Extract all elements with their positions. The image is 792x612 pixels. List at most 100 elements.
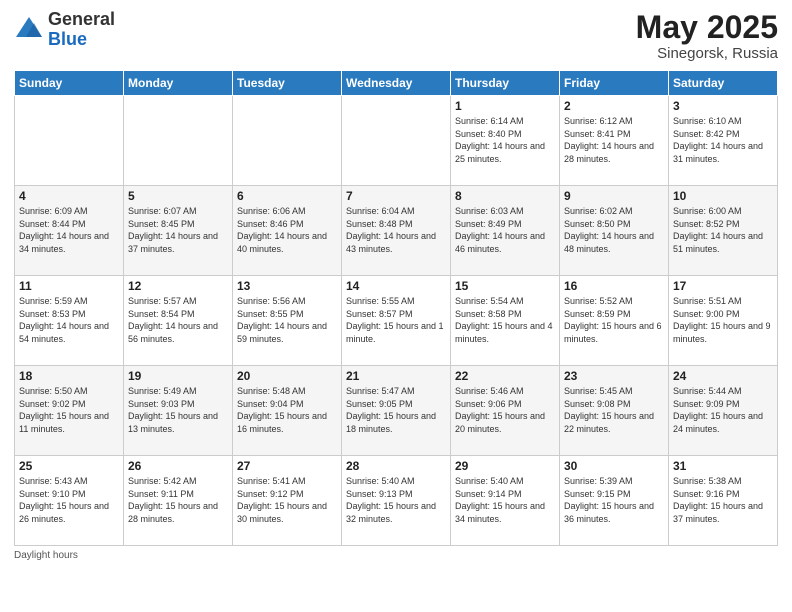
day-number: 23 xyxy=(564,369,664,383)
calendar-cell: 26 Sunrise: 5:42 AMSunset: 9:11 PMDayligh… xyxy=(124,456,233,546)
day-info: Sunrise: 6:02 AMSunset: 8:50 PMDaylight:… xyxy=(564,205,664,255)
day-number: 3 xyxy=(673,99,773,113)
calendar-cell: 3 Sunrise: 6:10 AMSunset: 8:42 PMDaylight… xyxy=(669,96,778,186)
day-info: Sunrise: 5:46 AMSunset: 9:06 PMDaylight:… xyxy=(455,385,555,435)
page: General Blue May 2025 Sinegorsk, Russia … xyxy=(0,0,792,612)
day-info: Sunrise: 5:54 AMSunset: 8:58 PMDaylight:… xyxy=(455,295,555,345)
day-info: Sunrise: 5:55 AMSunset: 8:57 PMDaylight:… xyxy=(346,295,446,345)
day-info: Sunrise: 5:59 AMSunset: 8:53 PMDaylight:… xyxy=(19,295,119,345)
day-number: 17 xyxy=(673,279,773,293)
day-info: Sunrise: 5:42 AMSunset: 9:11 PMDaylight:… xyxy=(128,475,228,525)
calendar-cell: 20 Sunrise: 5:48 AMSunset: 9:04 PMDayligh… xyxy=(233,366,342,456)
day-number: 18 xyxy=(19,369,119,383)
day-info: Sunrise: 5:47 AMSunset: 9:05 PMDaylight:… xyxy=(346,385,446,435)
calendar-week-5: 25Sunrise: 5:43 AMSunset: 9:10 PMDayligh… xyxy=(15,456,778,546)
calendar-cell: 19Sunrise: 5:49 AMSunset: 9:03 PMDayligh… xyxy=(124,366,233,456)
weekday-header-row: Sunday Monday Tuesday Wednesday Thursday… xyxy=(15,71,778,96)
calendar-cell: 16 Sunrise: 5:52 AMSunset: 8:59 PMDayligh… xyxy=(560,276,669,366)
header-tuesday: Tuesday xyxy=(233,71,342,96)
day-number: 29 xyxy=(455,459,555,473)
calendar-cell: 23 Sunrise: 5:45 AMSunset: 9:08 PMDayligh… xyxy=(560,366,669,456)
calendar-cell: 18Sunrise: 5:50 AMSunset: 9:02 PMDayligh… xyxy=(15,366,124,456)
calendar-cell: 7 Sunrise: 6:04 AMSunset: 8:48 PMDaylight… xyxy=(342,186,451,276)
day-number: 8 xyxy=(455,189,555,203)
calendar-cell: 30 Sunrise: 5:39 AMSunset: 9:15 PMDayligh… xyxy=(560,456,669,546)
day-info: Sunrise: 5:45 AMSunset: 9:08 PMDaylight:… xyxy=(564,385,664,435)
calendar-cell: 12 Sunrise: 5:57 AMSunset: 8:54 PMDayligh… xyxy=(124,276,233,366)
day-number: 7 xyxy=(346,189,446,203)
location: Sinegorsk, Russia xyxy=(636,45,778,62)
calendar-cell: 11 Sunrise: 5:59 AMSunset: 8:53 PMDayligh… xyxy=(15,276,124,366)
calendar-cell: 29 Sunrise: 5:40 AMSunset: 9:14 PMDayligh… xyxy=(451,456,560,546)
day-number: 20 xyxy=(237,369,337,383)
day-number: 15 xyxy=(455,279,555,293)
day-number: 13 xyxy=(237,279,337,293)
day-number: 12 xyxy=(128,279,228,293)
calendar-cell: 21 Sunrise: 5:47 AMSunset: 9:05 PMDayligh… xyxy=(342,366,451,456)
day-info: Sunrise: 5:38 AMSunset: 9:16 PMDaylight:… xyxy=(673,475,773,525)
day-info: Sunrise: 5:44 AMSunset: 9:09 PMDaylight:… xyxy=(673,385,773,435)
day-info: Sunrise: 6:07 AMSunset: 8:45 PMDaylight:… xyxy=(128,205,228,255)
day-number: 31 xyxy=(673,459,773,473)
header-sunday: Sunday xyxy=(15,71,124,96)
calendar-cell xyxy=(342,96,451,186)
day-number: 5 xyxy=(128,189,228,203)
daylight-hours-label: Daylight hours xyxy=(14,550,78,561)
calendar-week-2: 4 Sunrise: 6:09 AMSunset: 8:44 PMDaylight… xyxy=(15,186,778,276)
logo-icon xyxy=(14,15,44,45)
day-number: 27 xyxy=(237,459,337,473)
calendar-cell: 17Sunrise: 5:51 AMSunset: 9:00 PMDayligh… xyxy=(669,276,778,366)
day-info: Sunrise: 5:39 AMSunset: 9:15 PMDaylight:… xyxy=(564,475,664,525)
calendar-cell: 31 Sunrise: 5:38 AMSunset: 9:16 PMDayligh… xyxy=(669,456,778,546)
day-number: 16 xyxy=(564,279,664,293)
header-saturday: Saturday xyxy=(669,71,778,96)
day-number: 9 xyxy=(564,189,664,203)
calendar-cell xyxy=(124,96,233,186)
day-info: Sunrise: 6:04 AMSunset: 8:48 PMDaylight:… xyxy=(346,205,446,255)
day-number: 26 xyxy=(128,459,228,473)
day-number: 10 xyxy=(673,189,773,203)
day-number: 28 xyxy=(346,459,446,473)
logo-text: General Blue xyxy=(48,10,115,50)
day-number: 6 xyxy=(237,189,337,203)
calendar-cell xyxy=(15,96,124,186)
header-thursday: Thursday xyxy=(451,71,560,96)
calendar-cell xyxy=(233,96,342,186)
day-info: Sunrise: 6:12 AMSunset: 8:41 PMDaylight:… xyxy=(564,115,664,165)
day-info: Sunrise: 6:10 AMSunset: 8:42 PMDaylight:… xyxy=(673,115,773,165)
calendar-cell: 4 Sunrise: 6:09 AMSunset: 8:44 PMDaylight… xyxy=(15,186,124,276)
calendar-cell: 25Sunrise: 5:43 AMSunset: 9:10 PMDayligh… xyxy=(15,456,124,546)
calendar-cell: 10Sunrise: 6:00 AMSunset: 8:52 PMDayligh… xyxy=(669,186,778,276)
calendar-cell: 13Sunrise: 5:56 AMSunset: 8:55 PMDayligh… xyxy=(233,276,342,366)
header-monday: Monday xyxy=(124,71,233,96)
calendar-cell: 1Sunrise: 6:14 AMSunset: 8:40 PMDaylight… xyxy=(451,96,560,186)
day-info: Sunrise: 5:52 AMSunset: 8:59 PMDaylight:… xyxy=(564,295,664,345)
day-info: Sunrise: 5:57 AMSunset: 8:54 PMDaylight:… xyxy=(128,295,228,345)
day-number: 21 xyxy=(346,369,446,383)
calendar-table: Sunday Monday Tuesday Wednesday Thursday… xyxy=(14,70,778,546)
calendar-cell: 5 Sunrise: 6:07 AMSunset: 8:45 PMDaylight… xyxy=(124,186,233,276)
day-number: 30 xyxy=(564,459,664,473)
header-friday: Friday xyxy=(560,71,669,96)
day-number: 2 xyxy=(564,99,664,113)
day-number: 1 xyxy=(455,99,555,113)
footer: Daylight hours xyxy=(14,550,778,561)
calendar-week-4: 18Sunrise: 5:50 AMSunset: 9:02 PMDayligh… xyxy=(15,366,778,456)
day-number: 19 xyxy=(128,369,228,383)
day-info: Sunrise: 6:09 AMSunset: 8:44 PMDaylight:… xyxy=(19,205,119,255)
month-year: May 2025 xyxy=(636,10,778,45)
calendar-cell: 6 Sunrise: 6:06 AMSunset: 8:46 PMDaylight… xyxy=(233,186,342,276)
calendar-cell: 15 Sunrise: 5:54 AMSunset: 8:58 PMDayligh… xyxy=(451,276,560,366)
calendar-cell: 28Sunrise: 5:40 AMSunset: 9:13 PMDayligh… xyxy=(342,456,451,546)
calendar-cell: 27 Sunrise: 5:41 AMSunset: 9:12 PMDayligh… xyxy=(233,456,342,546)
day-info: Sunrise: 5:48 AMSunset: 9:04 PMDaylight:… xyxy=(237,385,337,435)
calendar-cell: 2 Sunrise: 6:12 AMSunset: 8:41 PMDaylight… xyxy=(560,96,669,186)
day-info: Sunrise: 6:06 AMSunset: 8:46 PMDaylight:… xyxy=(237,205,337,255)
day-number: 11 xyxy=(19,279,119,293)
title-block: May 2025 Sinegorsk, Russia xyxy=(636,10,778,62)
calendar-cell: 14Sunrise: 5:55 AMSunset: 8:57 PMDayligh… xyxy=(342,276,451,366)
header: General Blue May 2025 Sinegorsk, Russia xyxy=(14,10,778,62)
day-number: 4 xyxy=(19,189,119,203)
day-info: Sunrise: 5:41 AMSunset: 9:12 PMDaylight:… xyxy=(237,475,337,525)
day-info: Sunrise: 5:40 AMSunset: 9:14 PMDaylight:… xyxy=(455,475,555,525)
